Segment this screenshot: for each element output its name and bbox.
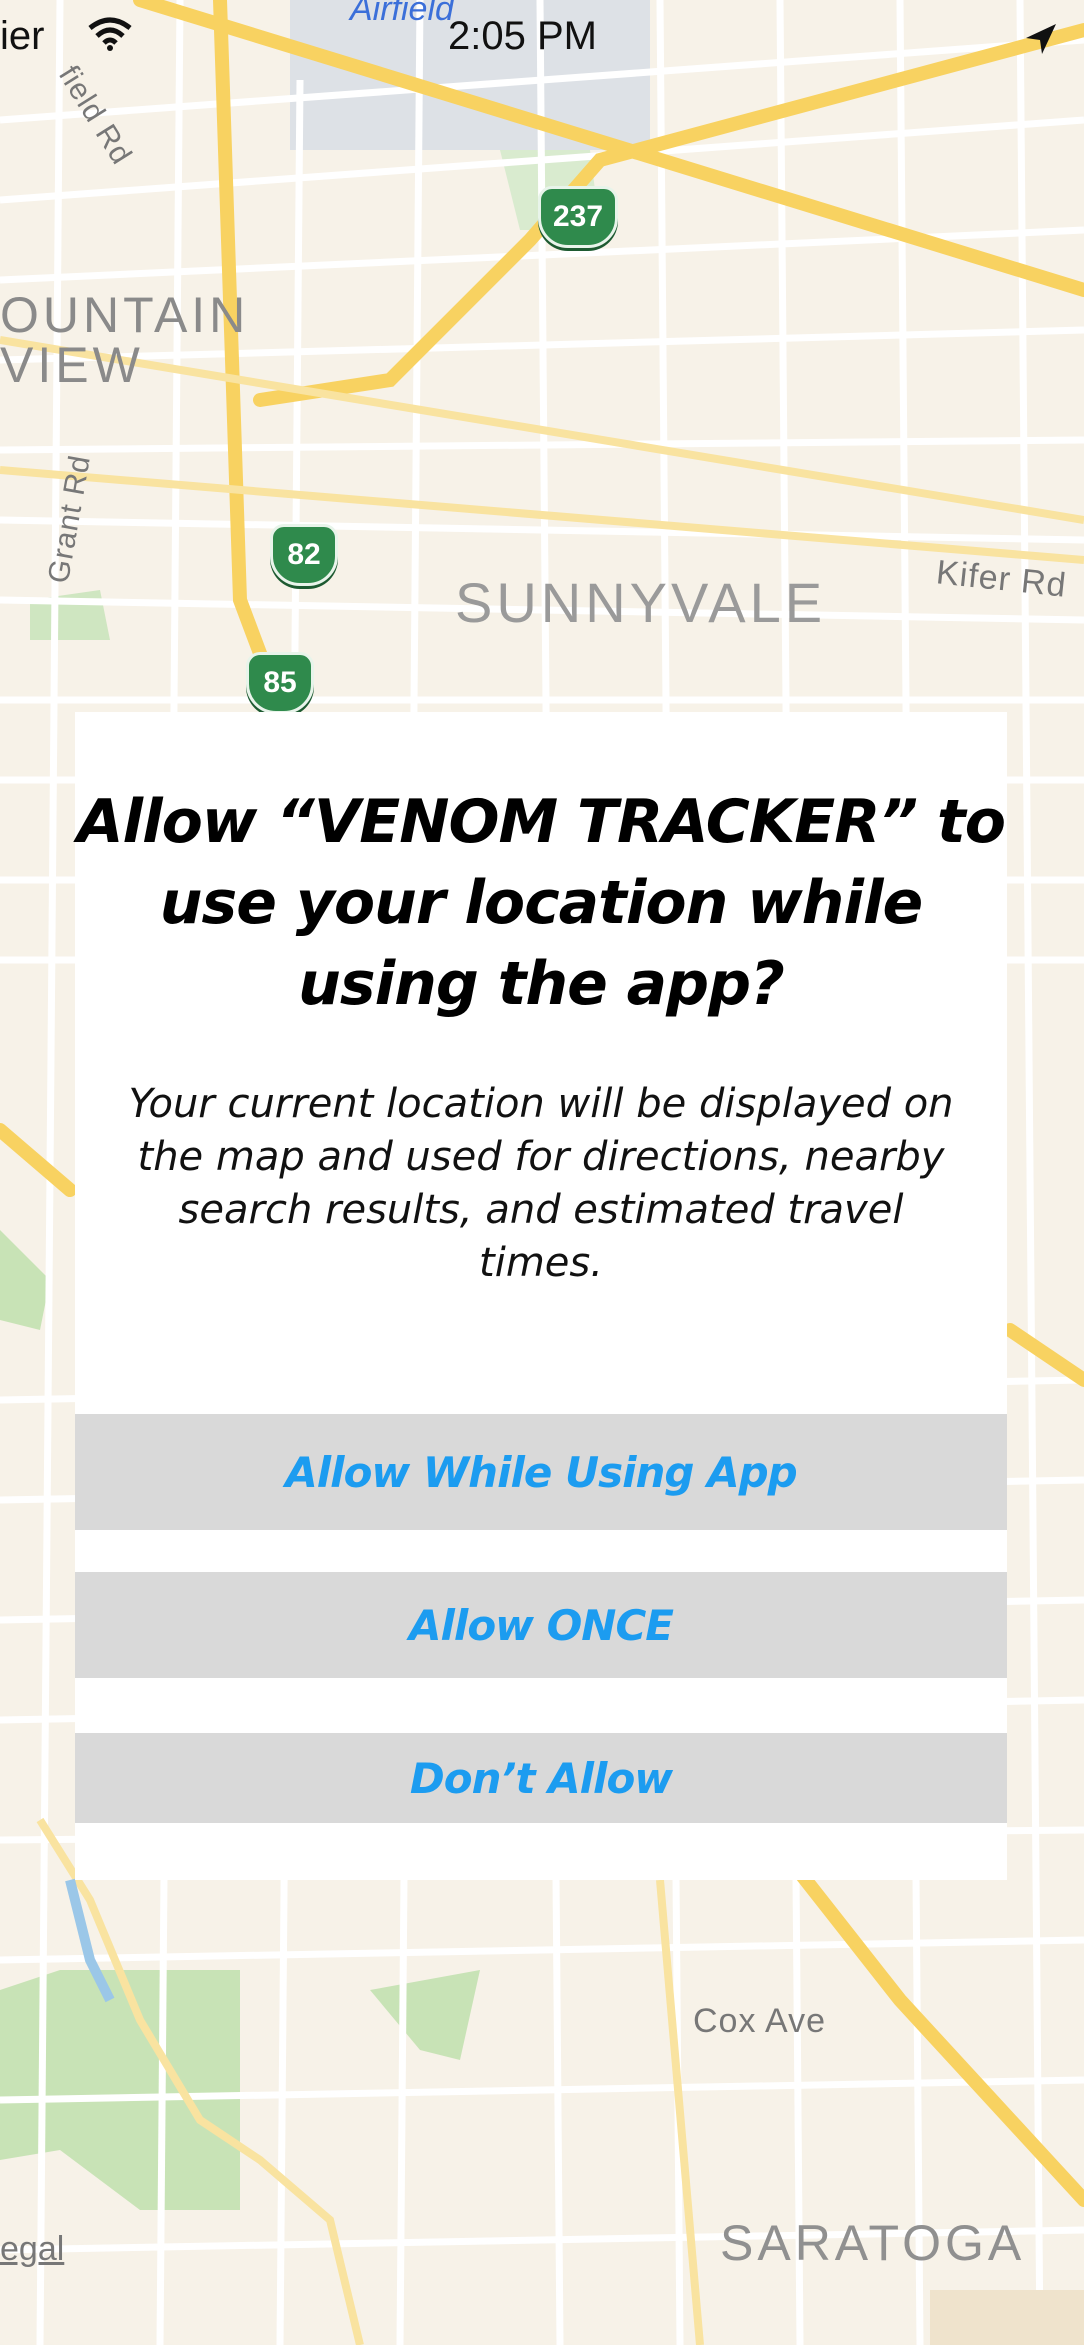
map-label-legal: egal xyxy=(0,2230,65,2268)
highway-shield-82: 82 xyxy=(270,524,338,586)
map-label-sunnyvale: SUNNYVALE xyxy=(455,571,827,634)
carrier-label: ier xyxy=(0,14,45,58)
wifi-icon xyxy=(88,17,132,51)
dialog-message: Your current location will be displayed … xyxy=(128,1081,954,1286)
map-label-cox-ave: Cox Ave xyxy=(693,2002,827,2040)
dont-allow-button[interactable]: Don’t Allow xyxy=(75,1733,1007,1823)
status-bar: ier 2:05 PM xyxy=(0,0,1084,90)
allow-once-button[interactable]: Allow ONCE xyxy=(75,1572,1007,1678)
location-permission-dialog: Allow “VENOM TRACKER” to use your locati… xyxy=(75,712,1007,1880)
dialog-title: Allow “VENOM TRACKER” to use your locati… xyxy=(77,787,1006,1019)
allow-while-using-app-button[interactable]: Allow While Using App xyxy=(75,1414,1007,1530)
status-time: 2:05 PM xyxy=(448,14,597,58)
map-label-mountain-view-2: VIEW xyxy=(0,337,144,393)
highway-shield-85: 85 xyxy=(246,652,314,714)
map-label-saratoga: SARATOGA xyxy=(720,2215,1026,2271)
location-arrow-icon xyxy=(1026,24,1056,54)
highway-shield-237: 237 xyxy=(538,186,618,248)
